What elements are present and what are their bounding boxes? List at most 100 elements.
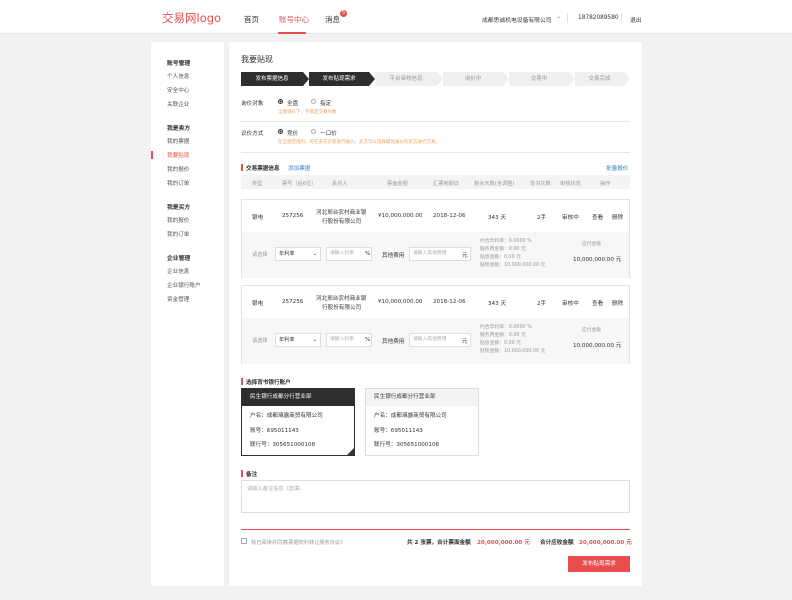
settle-label: 应付金额 — [582, 242, 602, 247]
sidebar-item-personal-info[interactable]: 个人信息 — [167, 72, 189, 80]
delete-button[interactable]: 删除 — [612, 213, 623, 221]
inquiry-target-label: 询价对象 — [241, 101, 264, 107]
agree-text: 我已阅读并同意 — [251, 540, 288, 546]
status-badge: 审核中 — [562, 215, 579, 221]
step-5: 交易中 — [509, 72, 569, 86]
bank-section-title: 选择背书银行账户 — [246, 380, 291, 386]
summary-interest: 贴息金额：0.00 元 — [480, 255, 521, 260]
rate-unit: % — [365, 337, 371, 343]
col-acceptor: 承兑人 — [332, 181, 348, 187]
nav-home[interactable]: 首页 — [244, 14, 259, 25]
summary-service-fee: 服务费金额：0.00 元 — [480, 247, 526, 252]
col-endorse: 背书次数 — [530, 181, 551, 187]
settle-value: 10,000,000.00 元 — [573, 257, 622, 263]
step-4: 询价中 — [443, 72, 503, 86]
bill-number: 257256 — [282, 213, 304, 219]
sidebar-item-funds[interactable]: 资金管理 — [167, 295, 189, 303]
step-3: 平台审核信息 — [375, 72, 437, 86]
sidebar-group-title: 我是买方 — [167, 205, 191, 211]
bill-type: 银电 — [252, 215, 264, 221]
bill-acceptor: 河北邢台农村商业银 — [316, 296, 367, 302]
sidebar-item-my-orders[interactable]: 我的订单 — [167, 179, 189, 187]
user-phone: 18782089580 — [578, 15, 619, 21]
col-bill-no: 票号（后6位） — [282, 181, 317, 187]
rate-type-value: 年利率 — [279, 251, 295, 257]
bill-acceptor: 行股份有限公司 — [322, 305, 362, 311]
section-marker — [241, 470, 243, 477]
bank-account-card[interactable]: 民生银行成都分行营业部 户名：成都璃露商贸有限公司 账号：695011143 联… — [365, 388, 479, 456]
publish-discount-button[interactable]: 发布贴现需求 — [568, 556, 630, 572]
col-amount: 票面金额 — [387, 181, 408, 187]
summary-discount-amount: 贴现金额：10,000,000.00 元 — [480, 263, 546, 268]
rate-type-select[interactable]: 年利率 ⌄ — [275, 247, 321, 261]
settle-label: 应付金额 — [582, 328, 602, 333]
company-name[interactable]: 成都思诚机电设备有限公司 — [482, 15, 552, 24]
radio-fixed-price[interactable] — [311, 129, 316, 134]
nav-account-center[interactable]: 账号中心 — [279, 14, 309, 25]
agree-checkbox[interactable] — [241, 538, 247, 544]
radio-all-market-label[interactable]: 全盘 — [287, 99, 298, 107]
bill-card: 银电 257256 河北邢台农村商业银 行股份有限公司 ¥10,000,000.… — [241, 199, 630, 278]
sidebar-item-linked-company[interactable]: 关联企业 — [167, 100, 189, 108]
radio-fixed-price-label[interactable]: 一口价 — [320, 129, 337, 137]
sidebar-item-buyer-orders[interactable]: 我的订单 — [167, 230, 189, 238]
col-days: 剩余天数(含调整) — [474, 181, 515, 187]
chevron-down-icon: ⌄ — [312, 251, 317, 257]
batch-quote-link[interactable]: 批量报价 — [606, 164, 628, 172]
rate-type-value: 年利率 — [279, 337, 295, 343]
section-marker — [241, 378, 243, 385]
bill-days: 343 天 — [488, 301, 507, 307]
sidebar-item-security[interactable]: 安全中心 — [167, 86, 189, 94]
bank-line-number: 联行号：305651000108 — [250, 442, 316, 448]
sidebar-item-discount[interactable]: 我要贴现 — [167, 151, 189, 159]
site-logo[interactable]: 交易网logo — [162, 10, 221, 26]
sidebar-item-bank-accounts[interactable]: 企业银行账户 — [167, 281, 201, 289]
sidebar-group-title: 企业管理 — [167, 256, 191, 262]
account-holder: 户名：成都璃露商贸有限公司 — [250, 413, 323, 419]
bank-line-number: 联行号：305651000108 — [374, 442, 440, 448]
col-due: 汇票到期日 — [433, 181, 459, 187]
sidebar-item-buyer-quotes[interactable]: 我的报价 — [167, 216, 189, 224]
add-bill-link[interactable]: 添加票据 — [288, 164, 310, 172]
chevron-down-icon[interactable]: ⌄ — [556, 13, 561, 20]
delete-button[interactable]: 删除 — [612, 299, 623, 307]
radio-bidding-label[interactable]: 竞价 — [287, 129, 298, 137]
col-type: 类型 — [252, 181, 263, 187]
radio-specified[interactable] — [311, 99, 316, 104]
sidebar-item-my-bills[interactable]: 我的票据 — [167, 137, 189, 145]
remarks-textarea[interactable]: 请输入备注信息（选填） — [241, 480, 630, 513]
bills-section-title: 交易票据信息 — [246, 166, 280, 172]
bill-due-date: 2018-12-06 — [433, 299, 466, 305]
summary-discount-amount: 贴现金额：10,000,000.00 元 — [480, 349, 546, 354]
nav-messages[interactable]: 消息 — [325, 14, 340, 25]
total-count-label: 共 2 张票，合计票面金额 — [407, 540, 471, 546]
bill-type: 银电 — [252, 301, 264, 307]
col-status: 审核状态 — [560, 181, 581, 187]
message-count-badge: 5 — [340, 10, 347, 17]
bill-amount: ¥10,000,000.00 — [378, 299, 423, 305]
summary-rate: 约合年利率：0.0000 % — [480, 239, 532, 244]
receive-label: 合计应收金额 — [540, 540, 574, 546]
bank-account-card-selected[interactable]: 民生银行成都分行营业部 户名：成都璃露商贸有限公司 账号：695011143 联… — [241, 388, 355, 456]
rate-type-select[interactable]: 年利率 ⌄ — [275, 333, 321, 347]
agreement-link[interactable]: 《票据权利转让服务协议》 — [283, 539, 345, 546]
bill-days: 343 天 — [488, 215, 507, 221]
divider — [621, 13, 622, 23]
divider — [241, 152, 630, 153]
sidebar-item-company-info[interactable]: 企业信息 — [167, 267, 189, 275]
check-corner-icon — [347, 448, 354, 455]
summary-rate: 约合年利率：0.0000 % — [480, 325, 532, 330]
radio-specified-label[interactable]: 指定 — [320, 99, 331, 107]
view-button[interactable]: 查看 — [592, 213, 603, 221]
account-number: 账号：695011143 — [374, 428, 423, 434]
summary-interest: 贴息金额：0.00 元 — [480, 341, 521, 346]
radio-bidding[interactable] — [278, 129, 283, 134]
sidebar-item-my-quotes[interactable]: 我的报价 — [167, 165, 189, 173]
view-button[interactable]: 查看 — [592, 299, 603, 307]
col-ops: 操作 — [600, 181, 611, 187]
logout-link[interactable]: 退出 — [630, 15, 642, 24]
radio-all-market[interactable] — [278, 99, 283, 104]
rate-unit: % — [365, 251, 371, 257]
sidebar: 账号管理 个人信息 安全中心 关联企业 我是卖方 我的票据 我要贴现 我的报价 … — [151, 42, 224, 586]
quote-method-hint: 在全盘范围内，可在多方买家进行报价，卖方可以选择最优报价的买方进行交易。 — [278, 140, 440, 145]
